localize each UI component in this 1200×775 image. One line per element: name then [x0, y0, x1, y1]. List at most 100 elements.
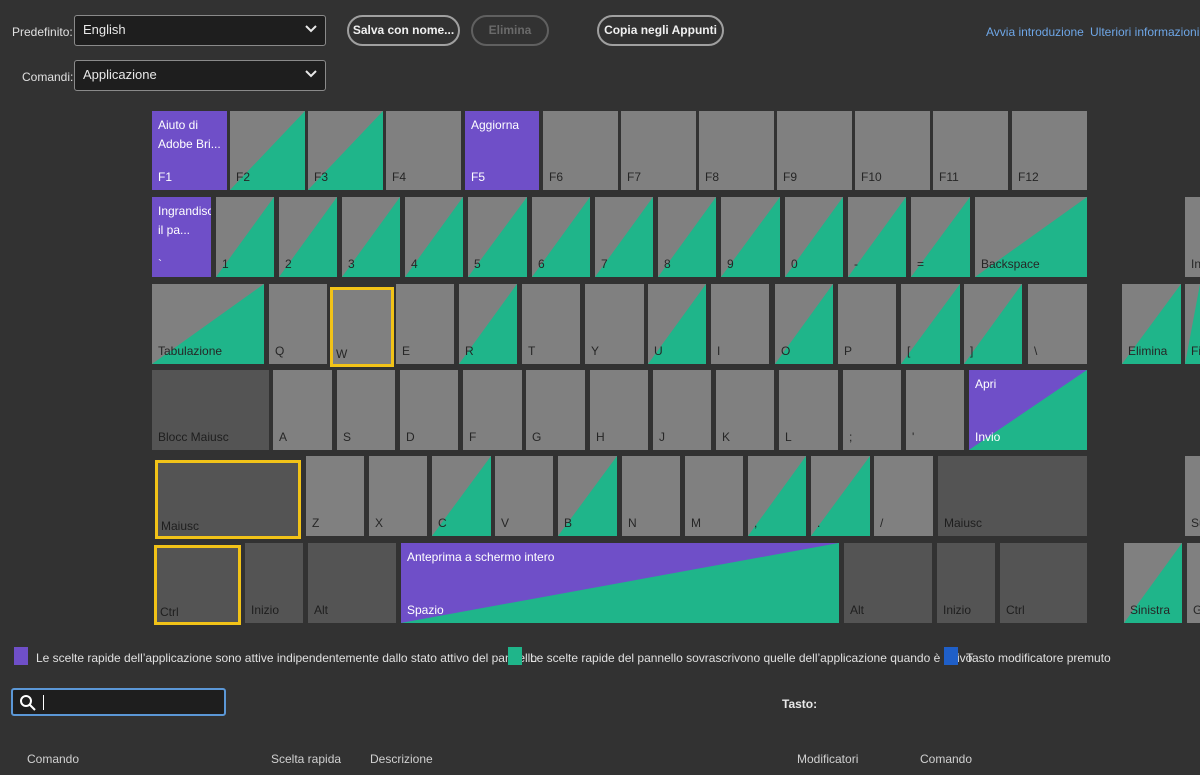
- key-s[interactable]: S: [337, 370, 395, 450]
- key-f6[interactable]: F6: [543, 111, 618, 190]
- key-i[interactable]: I: [711, 284, 769, 364]
- key-giu[interactable]: G: [1187, 543, 1200, 623]
- key-n3[interactable]: 3: [342, 197, 400, 277]
- key-ralt[interactable]: Alt: [844, 543, 932, 623]
- column-header-description[interactable]: Descrizione: [370, 752, 433, 766]
- column-header-command-right[interactable]: Comando: [920, 752, 972, 766]
- key-label: \: [1034, 344, 1038, 358]
- key-f10[interactable]: F10: [855, 111, 930, 190]
- column-header-shortcut[interactable]: Scelta rapida: [271, 752, 341, 766]
- key-semicolon[interactable]: ;: [843, 370, 901, 450]
- key-su[interactable]: Su: [1185, 456, 1200, 536]
- key-m[interactable]: M: [685, 456, 743, 536]
- key-z[interactable]: Z: [306, 456, 364, 536]
- key-n1[interactable]: 1: [216, 197, 274, 277]
- key-label: G: [532, 430, 542, 444]
- key-label: F7: [627, 170, 642, 184]
- key-n5[interactable]: 5: [468, 197, 527, 277]
- key-u[interactable]: U: [648, 284, 706, 364]
- key-g[interactable]: G: [526, 370, 585, 450]
- copy-clipboard-button[interactable]: Copia negli Appunti: [597, 15, 724, 46]
- key-q[interactable]: Q: [269, 284, 327, 364]
- search-input[interactable]: [11, 688, 226, 716]
- key-minus[interactable]: -: [848, 197, 906, 277]
- key-equals[interactable]: =: [911, 197, 970, 277]
- key-n7[interactable]: 7: [595, 197, 653, 277]
- key-f9[interactable]: F9: [777, 111, 852, 190]
- key-label: 5: [474, 257, 481, 271]
- preset-label: Predefinito:: [12, 25, 73, 39]
- key-b[interactable]: B: [558, 456, 617, 536]
- key-f7[interactable]: F7: [621, 111, 696, 190]
- key-t[interactable]: T: [522, 284, 580, 364]
- key-n4[interactable]: 4: [405, 197, 463, 277]
- key-h[interactable]: H: [590, 370, 648, 450]
- key-n8[interactable]: 8: [658, 197, 716, 277]
- key-f4[interactable]: F4: [386, 111, 461, 190]
- key-f11[interactable]: F11: [933, 111, 1008, 190]
- key-backspace[interactable]: Backspace: [975, 197, 1087, 277]
- key-e[interactable]: E: [396, 284, 454, 364]
- key-enter[interactable]: Apri Invio: [969, 370, 1087, 450]
- key-d[interactable]: D: [400, 370, 458, 450]
- key-l[interactable]: L: [779, 370, 838, 450]
- key-n2[interactable]: 2: [279, 197, 337, 277]
- key-n9[interactable]: 9: [721, 197, 780, 277]
- key-label: F2: [236, 170, 251, 184]
- key-f8[interactable]: F8: [699, 111, 774, 190]
- key-rshift[interactable]: Maiusc: [938, 456, 1087, 536]
- key-n6[interactable]: 6: [532, 197, 590, 277]
- delete-button[interactable]: Elimina: [471, 15, 549, 46]
- key-n[interactable]: N: [622, 456, 680, 536]
- key-w[interactable]: W: [330, 287, 394, 367]
- key-rstart[interactable]: Inizio: [937, 543, 995, 623]
- preset-select[interactable]: English: [74, 15, 326, 46]
- key-left[interactable]: Sinistra: [1124, 543, 1182, 623]
- key-k[interactable]: K: [716, 370, 774, 450]
- commands-select[interactable]: Applicazione: [74, 60, 326, 91]
- key-caps[interactable]: Blocc Maiusc: [152, 370, 269, 450]
- key-f1[interactable]: Aiuto di Adobe Bri... F1: [152, 111, 227, 190]
- key-space[interactable]: Anteprima a schermo intero Spazio: [401, 543, 839, 623]
- key-f[interactable]: F: [463, 370, 522, 450]
- key-del[interactable]: Elimina: [1122, 284, 1181, 364]
- more-info-link[interactable]: Ulteriori informazioni: [1090, 25, 1199, 39]
- key-backslash[interactable]: \: [1028, 284, 1087, 364]
- key-label: F11: [939, 170, 959, 184]
- key-y[interactable]: Y: [585, 284, 644, 364]
- key-ins[interactable]: In: [1185, 197, 1200, 277]
- column-header-modifiers[interactable]: Modificatori: [797, 752, 858, 766]
- key-fine[interactable]: Fi: [1185, 284, 1200, 364]
- key-lalt[interactable]: Alt: [308, 543, 396, 623]
- key-o[interactable]: O: [775, 284, 833, 364]
- key-backtick[interactable]: Ingrandisci il pa... `: [152, 197, 211, 277]
- key-p[interactable]: P: [838, 284, 896, 364]
- key-rbracket[interactable]: ]: [964, 284, 1022, 364]
- key-r[interactable]: R: [459, 284, 517, 364]
- key-j[interactable]: J: [653, 370, 711, 450]
- key-a[interactable]: A: [273, 370, 332, 450]
- key-comma[interactable]: ,: [748, 456, 806, 536]
- key-rctrl[interactable]: Ctrl: [1000, 543, 1087, 623]
- key-v[interactable]: V: [495, 456, 553, 536]
- key-tab[interactable]: Tabulazione: [152, 284, 264, 364]
- column-header-command[interactable]: Comando: [27, 752, 79, 766]
- key-period[interactable]: .: [811, 456, 870, 536]
- start-intro-link[interactable]: Avvia introduzione: [986, 25, 1084, 39]
- key-x[interactable]: X: [369, 456, 427, 536]
- key-quote[interactable]: ': [906, 370, 964, 450]
- key-f3[interactable]: F3: [308, 111, 383, 190]
- key-lbracket[interactable]: [: [901, 284, 960, 364]
- key-label: ;: [849, 430, 853, 444]
- key-c[interactable]: C: [432, 456, 491, 536]
- key-f12[interactable]: F12: [1012, 111, 1087, 190]
- save-as-button[interactable]: Salva con nome...: [347, 15, 460, 46]
- key-lstart[interactable]: Inizio: [245, 543, 303, 623]
- key-lctrl[interactable]: Ctrl: [154, 545, 241, 625]
- key-f2[interactable]: F2: [230, 111, 305, 190]
- key-slash[interactable]: /: [874, 456, 933, 536]
- key-label: F1: [158, 170, 173, 184]
- key-n0[interactable]: 0: [785, 197, 843, 277]
- key-lshift[interactable]: Maiusc: [155, 460, 301, 539]
- key-f5[interactable]: Aggiorna F5: [465, 111, 539, 190]
